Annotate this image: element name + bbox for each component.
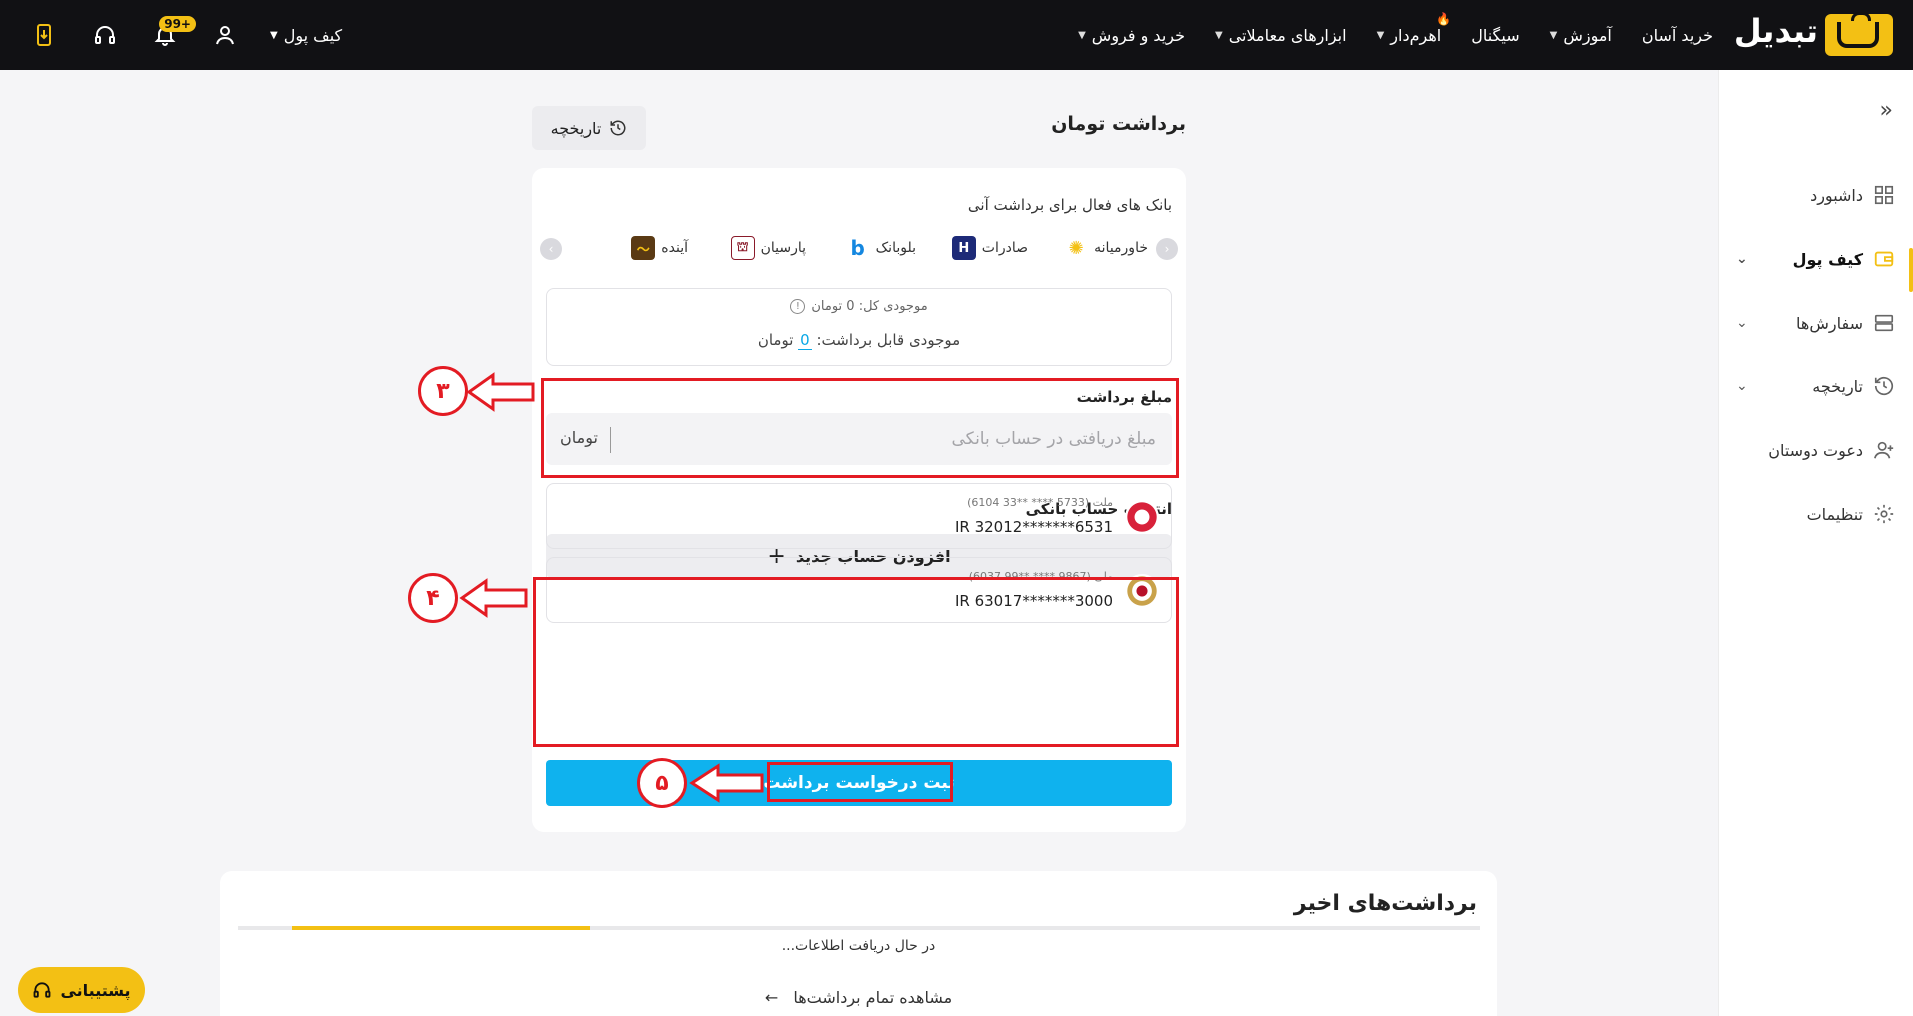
bank-carousel: ‹ › ✺ خاورمیانه H صادرات b بلوبانک ⛫ پار… <box>540 234 1178 264</box>
bank-logo-icon: 〜 <box>631 236 656 260</box>
invite-icon <box>1874 441 1894 459</box>
bank-blubank: b بلوبانک <box>845 236 916 260</box>
annotation-box-step3 <box>541 378 1179 478</box>
arrow-left-icon: ← <box>764 988 779 1007</box>
nav-signal[interactable]: سیگنال <box>1471 26 1519 45</box>
page-title: برداشت تومان <box>1051 113 1186 135</box>
annotation-box-step5 <box>767 762 953 802</box>
chevron-down-icon: ⌄ <box>1736 251 1748 267</box>
sidebar-item-invite[interactable]: دعوت دوستان <box>1730 435 1895 465</box>
sidebar-item-history[interactable]: تاریخچه ⌄ <box>1730 371 1895 401</box>
annotation-step3: ۳ <box>418 366 468 416</box>
active-banks-title: بانک های فعال برای برداشت آنی <box>967 196 1172 214</box>
chevron-down-icon: ▼ <box>270 29 278 41</box>
wallet-icon <box>1874 251 1894 267</box>
sidebar-item-wallet[interactable]: کیف پول ⌄ <box>1730 244 1895 274</box>
sidebar-item-settings[interactable]: تنظیمات <box>1730 499 1895 529</box>
top-navbar: تبدیل خرید و فروش ▼ ابزارهای معاملاتی ▼ اه… <box>0 0 1913 70</box>
annotation-step4: ۴ <box>408 573 458 623</box>
chevron-down-icon: ▼ <box>1078 29 1086 41</box>
history-button[interactable]: تاریخچه <box>532 106 646 150</box>
nav-easy-buy[interactable]: خرید آسان <box>1642 26 1713 45</box>
bank-logo-icon: b <box>845 236 870 260</box>
headset-icon <box>34 982 51 998</box>
sidebar-item-orders[interactable]: سفارش‌ها ⌄ <box>1730 308 1895 338</box>
notification-badge: 99+ <box>159 16 196 32</box>
bank-khavarmianeh: ✺ خاورمیانه <box>1064 236 1148 260</box>
bank-account-mellat[interactable]: ملت (5733 **** **33 6104) IR 32012******… <box>546 483 1172 549</box>
nav-education[interactable]: آموزش ▼ <box>1550 26 1612 45</box>
dashboard-icon <box>1874 185 1894 205</box>
info-icon[interactable]: ! <box>790 299 806 314</box>
main-nav: خرید و فروش ▼ ابزارهای معاملاتی ▼ اهرم‌دار… <box>1078 0 1713 70</box>
bank-logo-icon: ✺ <box>1064 236 1089 260</box>
history-icon <box>610 120 626 136</box>
balance-available: موجودی قابل برداشت: 0 تومان <box>757 331 961 350</box>
bank-logo-icon: ⛫ <box>730 236 755 260</box>
sidebar-item-dashboard[interactable]: داشبورد <box>1730 180 1895 210</box>
active-indicator <box>1909 248 1913 292</box>
balance-box: موجودی کل: 0 تومان ! موجودی قابل برداشت:… <box>546 288 1172 366</box>
loading-text: در حال دریافت اطلاعات... <box>781 938 936 954</box>
collapse-sidebar-icon[interactable]: » <box>1880 98 1893 123</box>
top-actions: 99+ ▼ کیف پول <box>30 0 342 70</box>
download-app-button[interactable] <box>30 20 60 50</box>
sidebar: » داشبورد کیف پول ⌄ سفارش‌ها ⌄ تاریخچه ⌄… <box>1718 70 1913 1016</box>
bank-saderat: H صادرات <box>951 236 1028 260</box>
mellat-bank-logo-icon <box>1125 500 1159 534</box>
recent-withdrawals: برداشت‌های اخیر در حال دریافت اطلاعات...… <box>220 871 1497 1016</box>
fire-icon: 🔥 <box>1436 11 1452 26</box>
recent-title: برداشت‌های اخیر <box>1293 891 1477 916</box>
orders-icon <box>1874 314 1894 332</box>
headset-icon <box>95 26 115 44</box>
download-app-icon <box>37 24 51 46</box>
loading-progress <box>292 926 591 930</box>
balance-available-value[interactable]: 0 <box>798 331 812 350</box>
user-icon <box>216 26 234 45</box>
chevron-down-icon: ⌄ <box>1736 315 1748 331</box>
annotation-arrow-step5 <box>689 763 764 803</box>
annotation-arrow-step4 <box>459 578 528 618</box>
wallet-menu[interactable]: ▼ کیف پول <box>270 26 342 45</box>
nav-leverage[interactable]: اهرم‌دار ▼ 🔥 <box>1376 12 1452 45</box>
bank-ayandeh: 〜 آینده <box>631 236 688 260</box>
brand-name[interactable]: تبدیل <box>1734 12 1818 50</box>
view-all-withdrawals-link[interactable]: مشاهده تمام برداشت‌ها ← <box>220 988 1497 1007</box>
bank-parsian: ⛫ پارسیان <box>730 236 806 260</box>
chevron-down-icon: ⌄ <box>1736 378 1748 394</box>
carousel-prev-button[interactable]: ‹ <box>540 238 562 260</box>
support-headset-button[interactable] <box>90 20 120 50</box>
chevron-down-icon: ▼ <box>1549 29 1558 41</box>
balance-total: موجودی کل: 0 تومان <box>811 299 928 314</box>
profile-button[interactable] <box>210 20 240 50</box>
annotation-arrow-step3 <box>466 372 535 412</box>
annotation-box-step4 <box>533 577 1179 747</box>
support-button[interactable]: پشتیبانی <box>18 967 145 1013</box>
bank-logo-icon: H <box>951 236 976 260</box>
history-icon <box>1874 377 1894 396</box>
brand-logo[interactable] <box>1825 12 1893 56</box>
chevron-down-icon: ▼ <box>1214 29 1223 41</box>
nav-buy-sell[interactable]: خرید و فروش ▼ <box>1078 26 1185 45</box>
chevron-down-icon: ▼ <box>1376 29 1385 41</box>
annotation-step5: ۵ <box>637 758 687 808</box>
carousel-next-button[interactable]: › <box>1156 238 1178 260</box>
nav-trading-tools[interactable]: ابزارهای معاملاتی ▼ <box>1215 26 1347 45</box>
notifications-button[interactable]: 99+ <box>150 16 196 50</box>
settings-icon <box>1874 504 1894 524</box>
